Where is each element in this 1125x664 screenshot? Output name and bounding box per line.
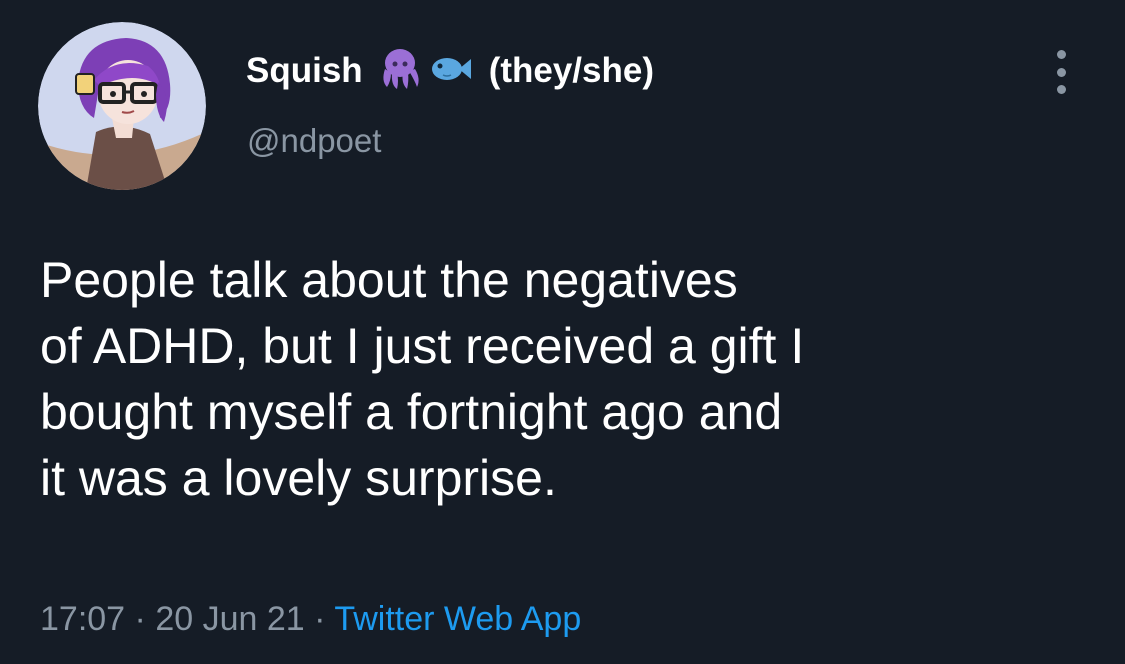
- tweet-time[interactable]: 17:07: [40, 600, 125, 638]
- tweet-text-line: People talk about the negatives: [40, 252, 738, 308]
- more-options-button[interactable]: [1046, 50, 1076, 94]
- separator-dot: ·: [314, 600, 326, 638]
- author-handle[interactable]: @ndpoet: [247, 122, 381, 160]
- display-name[interactable]: Squish: [246, 51, 363, 91]
- more-vertical-icon-dot: [1056, 50, 1066, 59]
- more-vertical-icon-dot: [1056, 67, 1066, 77]
- tweet-source-link[interactable]: Twitter Web App: [334, 600, 581, 638]
- tweet-date[interactable]: 20 Jun 21: [155, 600, 304, 638]
- tweet-text-line: of ADHD, but I just received a gift I: [40, 318, 805, 374]
- fish-emoji-icon: [429, 51, 473, 92]
- tweet-text-line: bought myself a fortnight ago and: [40, 384, 783, 440]
- author-row: Squish (they/she): [246, 48, 654, 94]
- pronouns: (they/she): [488, 51, 654, 90]
- separator-dot: ·: [134, 600, 146, 638]
- octopus-emoji-icon: [377, 47, 423, 96]
- avatar[interactable]: [38, 22, 206, 190]
- tweet-card: Squish (they/she) @ndpoet People talk ab…: [0, 0, 1125, 664]
- avatar-illustration: [38, 22, 206, 190]
- more-vertical-icon-dot: [1056, 85, 1066, 94]
- tweet-text: People talk about the negatives of ADHD,…: [40, 247, 1115, 511]
- tweet-text-line: it was a lovely surprise.: [40, 450, 557, 506]
- tweet-metadata: 17:07 · 20 Jun 21 · Twitter Web App: [40, 600, 581, 639]
